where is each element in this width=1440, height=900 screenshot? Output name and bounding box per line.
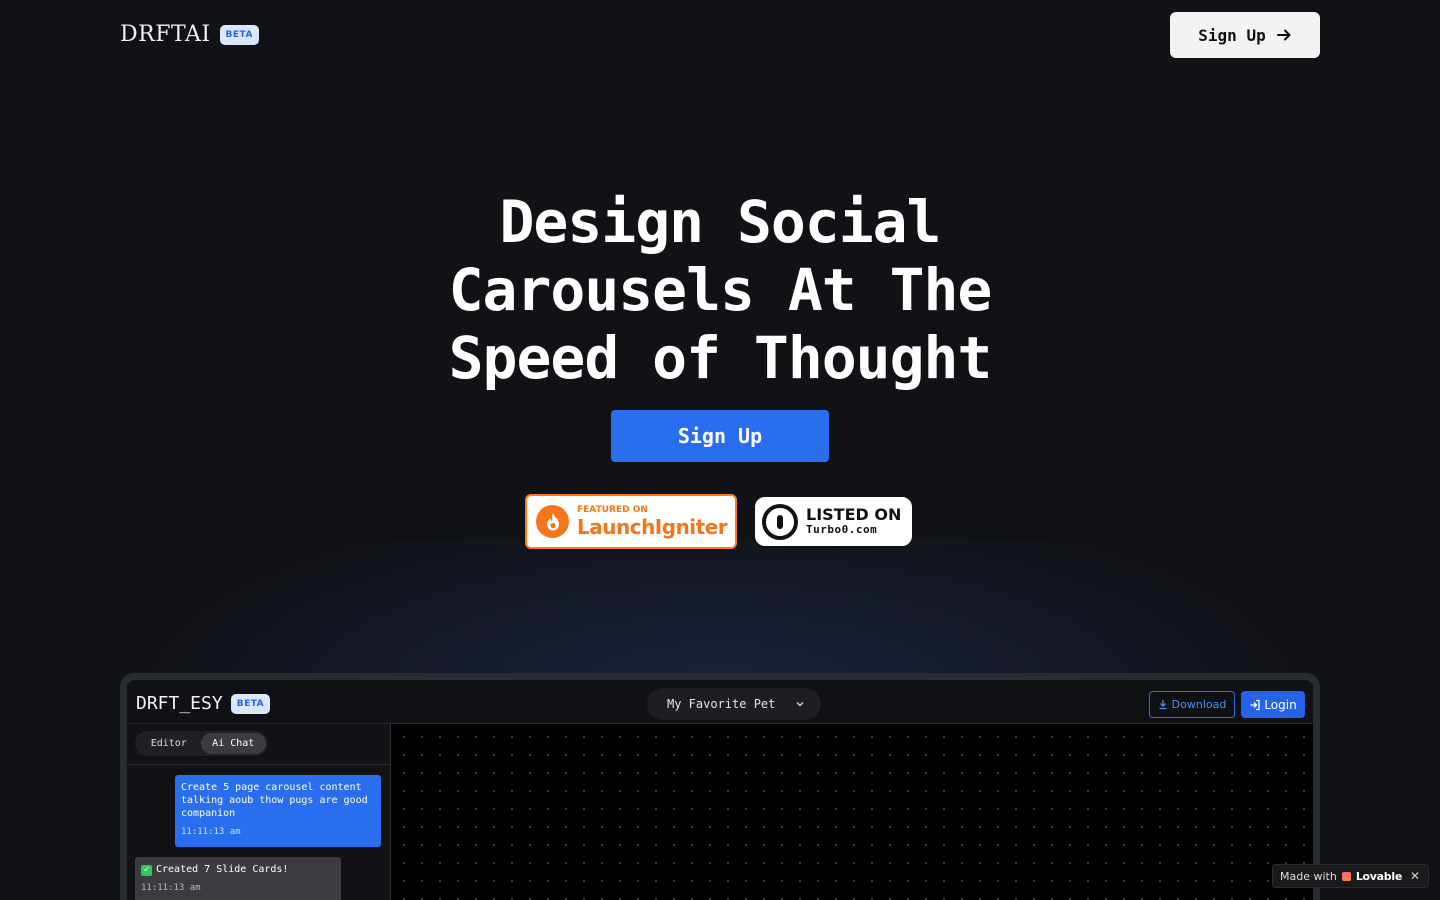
- divider: [127, 764, 390, 765]
- beta-badge: BETA: [219, 24, 259, 45]
- hero-signup-button[interactable]: Sign Up: [611, 410, 829, 462]
- flame-icon: [536, 505, 569, 538]
- turbo0-domain: Turbo0.com: [806, 523, 878, 537]
- download-label: Download: [1171, 698, 1227, 711]
- app-brand-name: DRFT_ESY: [136, 693, 223, 714]
- hero-title-line: Design Social: [499, 188, 942, 256]
- message-time: 11:11:13 am: [181, 827, 241, 837]
- app-logo: DRFT_ESY BETA: [136, 693, 271, 714]
- project-select-value: My Favorite Pet: [667, 697, 776, 711]
- login-button[interactable]: Login: [1241, 691, 1305, 718]
- app-beta-badge: BETA: [230, 693, 271, 714]
- user-message: Create 5 page carousel content talking a…: [175, 775, 381, 847]
- turbo0-logo-icon: [762, 503, 798, 540]
- message-text: Created 7 Slide Cards!: [156, 864, 289, 875]
- arrow-right-icon: [1276, 29, 1291, 41]
- hero-title-line: Speed of Thought: [448, 324, 993, 392]
- lovable-brand: Lovable: [1355, 869, 1402, 883]
- launchigniter-badge[interactable]: FEATURED ON LaunchIgniter: [525, 494, 737, 549]
- app-preview: DRFT_ESY BETA My Favorite Pet Download L…: [120, 673, 1320, 900]
- turbo0-listed-text: LISTED ON: [806, 505, 902, 525]
- login-icon: [1250, 699, 1260, 710]
- lovable-heart-icon: [1341, 871, 1351, 881]
- login-label: Login: [1264, 697, 1297, 712]
- nav-signup-label: Sign Up: [1198, 25, 1266, 45]
- tab-ai-chat[interactable]: Ai Chat: [200, 733, 266, 754]
- site-logo[interactable]: DRFTAI BETA: [120, 22, 259, 47]
- download-button[interactable]: Download: [1149, 691, 1235, 718]
- sidebar-tabs: Editor Ai Chat: [135, 731, 268, 756]
- design-canvas[interactable]: [391, 724, 1313, 900]
- project-select[interactable]: My Favorite Pet: [647, 688, 821, 720]
- chevron-down-icon: [796, 702, 804, 707]
- message-text: Create 5 page carousel content talking a…: [181, 782, 368, 819]
- lovable-prefix: Made with: [1280, 869, 1337, 883]
- chat-sidebar: Editor Ai Chat Create 5 page carousel co…: [127, 724, 391, 900]
- nav-signup-button[interactable]: Sign Up: [1170, 12, 1320, 58]
- hero-title: Design Social Carousels At The Speed of …: [400, 188, 1040, 392]
- assistant-message: ✓ Created 7 Slide Cards! 11:11:13 am: [135, 857, 341, 900]
- message-time: 11:11:13 am: [141, 883, 201, 893]
- download-icon: [1159, 700, 1167, 710]
- launchigniter-small-text: FEATURED ON: [577, 505, 648, 515]
- tab-editor[interactable]: Editor: [137, 733, 201, 754]
- launchigniter-name: LaunchIgniter: [577, 515, 728, 539]
- hero-title-line: Carousels At The: [448, 256, 993, 324]
- made-with-lovable-badge[interactable]: Made with Lovable ✕: [1272, 864, 1429, 888]
- checkmark-icon: ✓: [141, 865, 152, 876]
- brand-name: DRFTAI: [120, 22, 211, 47]
- app-toolbar: DRFT_ESY BETA My Favorite Pet Download L…: [127, 680, 1313, 724]
- turbo0-badge[interactable]: LISTED ON Turbo0.com: [753, 495, 914, 548]
- close-icon[interactable]: ✕: [1410, 869, 1420, 883]
